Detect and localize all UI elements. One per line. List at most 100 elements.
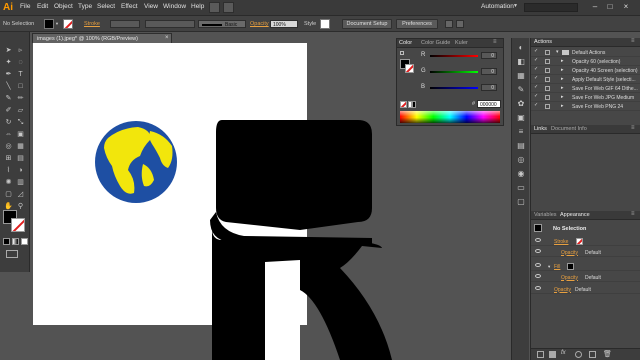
fill-opacity-row[interactable]: Opacity Default [531,272,640,282]
gradient-panel-icon[interactable]: ▤ [516,141,526,151]
panel-menu-icon[interactable]: ≡ [493,39,497,45]
stroke-opacity-row[interactable]: Opacity Default [531,247,640,257]
letter-r-shape[interactable] [210,120,392,360]
none-swatch[interactable] [400,101,407,108]
fill-swatch[interactable] [567,262,574,270]
expand-icon[interactable]: ▸ [561,103,564,109]
clear-appearance-icon[interactable] [575,351,582,358]
opacity-label[interactable]: Opacity [561,275,578,281]
action-set-row[interactable]: ✓ ▾ Default Actions [531,48,640,57]
artboards-icon[interactable]: ▢ [516,197,526,207]
visibility-icon[interactable] [535,286,541,290]
action-row[interactable]: ✓ ▸ Apply Default Style (selecti... [531,75,640,84]
swap-icon[interactable] [400,51,404,55]
visibility-icon[interactable] [535,274,541,278]
tab-document-info[interactable]: Document Info [551,126,587,132]
add-stroke-icon[interactable] [537,351,544,358]
tab-links[interactable]: Links [534,126,547,132]
appearance-icon[interactable]: ◉ [516,169,526,179]
hex-prefix: # [472,101,476,107]
panel-menu-icon[interactable]: ≡ [631,125,635,131]
check-icon[interactable]: ✓ [534,94,539,99]
blue-slider[interactable] [430,87,478,89]
dialog-toggle-icon[interactable] [545,67,550,73]
expand-icon[interactable]: ▸ [561,76,564,82]
tab-kuler[interactable]: Kuler [455,40,468,46]
swatches-icon[interactable]: ▦ [516,71,526,81]
action-row[interactable]: ✓ ▸ Save For Web GIF 64 Dithe... [531,84,640,93]
dialog-toggle-icon[interactable] [545,76,550,82]
color-panel-icon[interactable]: ◐ [516,43,526,53]
stroke-icon[interactable]: ≡ [516,127,526,137]
check-icon[interactable]: ✓ [534,67,539,72]
expand-icon[interactable]: ▾ [556,49,559,55]
globe-icon[interactable] [95,121,177,203]
action-row[interactable]: ✓ ▸ Opacity 60 (selection) [531,57,640,66]
dialog-toggle-icon[interactable] [545,94,550,100]
check-icon[interactable]: ✓ [534,85,539,90]
action-row[interactable]: ✓ ▸ Save For Web JPG Medium [531,93,640,102]
action-label: Opacity 60 (selection) [572,58,621,65]
tab-color[interactable]: Color [399,40,412,46]
visibility-icon[interactable] [535,249,541,253]
action-row[interactable]: ✓ ▸ Opacity 40 Screen (selection) [531,66,640,75]
check-icon[interactable]: ✓ [534,58,539,63]
expand-icon[interactable]: ▾ [548,264,550,270]
blue-value-field[interactable]: 0 [481,84,497,91]
stroke-swatch[interactable] [576,237,583,245]
appearance-title: No Selection [553,226,587,232]
symbols-icon[interactable]: ✿ [516,99,526,109]
panel-menu-icon[interactable]: ≡ [631,38,635,44]
stroke-label[interactable]: Stroke [554,239,568,245]
brushes-icon[interactable]: ✎ [516,85,526,95]
visibility-icon[interactable] [535,238,541,242]
action-label: Opacity 40 Screen (selection) [572,67,638,74]
opacity-label[interactable]: Opacity [561,250,578,256]
fill-label[interactable]: Fill [554,264,560,270]
duplicate-icon[interactable] [589,351,596,358]
green-value-field[interactable]: 0 [481,68,497,75]
color-spectrum[interactable] [400,111,500,123]
check-icon[interactable]: ✓ [534,76,539,81]
action-row[interactable]: ✓ ▸ Save For Web PNG 24 [531,102,640,111]
check-icon[interactable]: ✓ [534,103,539,108]
expand-icon[interactable]: ▸ [561,94,564,100]
stroke-row[interactable]: Stroke [531,236,640,246]
fill-row[interactable]: ▾ Fill [531,261,640,271]
appearance-panel: Variables Appearance ≡ No Selection Stro… [530,211,640,360]
dialog-toggle-icon[interactable] [545,85,550,91]
visibility-icon[interactable] [535,263,541,267]
expand-icon[interactable]: ▸ [561,67,564,73]
red-slider[interactable] [430,55,478,57]
hex-field[interactable]: 000000 [477,100,501,108]
object-opacity-row[interactable]: Opacity Default [531,284,640,294]
blue-label: B [421,84,426,90]
opacity-label[interactable]: Opacity [554,287,571,293]
green-slider[interactable] [430,71,478,73]
folder-icon [562,49,569,55]
color-guide-icon[interactable]: ◧ [516,57,526,67]
transparency-icon[interactable]: ◎ [516,155,526,165]
add-effect-icon[interactable]: fx [561,350,566,356]
tab-actions[interactable]: Actions [534,39,552,45]
dialog-toggle-icon[interactable] [545,103,550,109]
dialog-toggle-icon[interactable] [545,58,550,64]
graphic-styles-icon[interactable]: ▣ [516,113,526,123]
trash-icon[interactable]: 🗑 [603,350,612,358]
tab-color-guide[interactable]: Color Guide [421,40,450,46]
check-icon[interactable]: ✓ [534,49,539,54]
layers-icon[interactable]: ▭ [516,183,526,193]
tab-appearance[interactable]: Appearance [560,212,590,218]
red-value-field[interactable]: 0 [481,52,497,59]
selection-thumbnail [534,224,542,232]
expand-icon[interactable]: ▸ [561,85,564,91]
tab-variables[interactable]: Variables [534,212,557,218]
actions-panel: Actions ≡ ✓ ▾ Default Actions ✓ ▸ Opacit… [530,38,640,125]
panel-stroke-swatch[interactable] [405,64,414,73]
expand-icon[interactable]: ▸ [561,58,564,64]
black-swatch[interactable] [412,101,416,108]
dialog-toggle-icon[interactable] [545,49,550,55]
red-label: R [421,52,426,58]
add-fill-icon[interactable] [549,351,556,358]
panel-menu-icon[interactable]: ≡ [631,211,635,217]
